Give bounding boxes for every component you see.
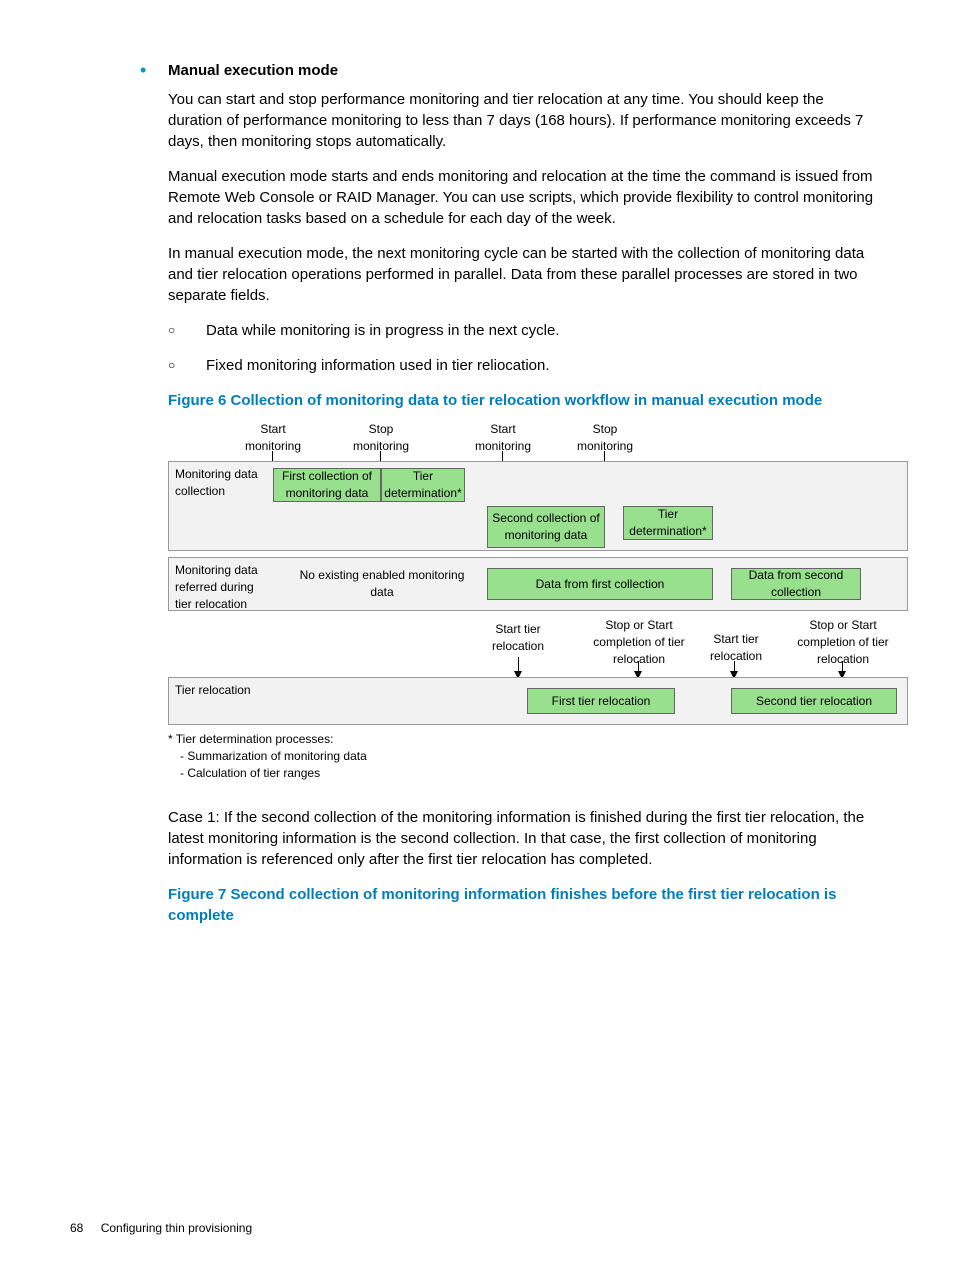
section-title: Configuring thin provisioning [101, 1221, 252, 1235]
footnote: * Tier determination processes: - Summar… [168, 731, 884, 781]
diagram-top-labels: Start monitoring Stop monitoring Start m… [168, 421, 908, 461]
box-first-tier-relocation: First tier relocation [527, 688, 675, 714]
list-item: ○ Data while monitoring is in progress i… [168, 320, 884, 341]
bullet-item: • Manual execution mode [140, 60, 884, 81]
band-monitoring-collection: Monitoring data collection First collect… [168, 461, 908, 551]
footnote-line: - Summarization of monitoring data [168, 748, 884, 765]
sub-list: ○ Data while monitoring is in progress i… [168, 320, 884, 376]
footnote-title: * Tier determination processes: [168, 731, 884, 748]
label-stop-start-relocation-2: Stop or Start completion of tier relocat… [788, 617, 898, 667]
workflow-diagram: Start monitoring Stop monitoring Start m… [168, 421, 908, 725]
figure-caption: Figure 6 Collection of monitoring data t… [168, 390, 874, 411]
page-number: 68 [70, 1220, 83, 1237]
band-label: Monitoring data referred during tier rel… [175, 562, 273, 612]
band-monitoring-referred: Monitoring data referred during tier rel… [168, 557, 908, 611]
box-no-existing-data: No existing enabled monitoring data [299, 568, 465, 600]
list-item-text: Fixed monitoring information used in tie… [206, 355, 550, 376]
paragraph: Manual execution mode starts and ends mo… [168, 166, 874, 229]
bullet-heading: Manual execution mode [168, 60, 338, 81]
paragraph: In manual execution mode, the next monit… [168, 243, 874, 306]
band-tier-relocation: Tier relocation First tier relocation Se… [168, 677, 908, 725]
box-second-tier-relocation: Second tier relocation [731, 688, 897, 714]
label-start-tier-relocation-1: Start tier relocation [478, 621, 558, 655]
paragraph: You can start and stop performance monit… [168, 89, 874, 152]
bullet-icon: • [140, 60, 168, 81]
label-start-monitoring-1: Start monitoring [238, 421, 308, 455]
box-data-second-collection: Data from second collection [731, 568, 861, 600]
band-label: Monitoring data collection [175, 466, 273, 500]
circle-bullet-icon: ○ [168, 320, 206, 341]
box-tier-determination-1: Tier determination* [381, 468, 465, 502]
box-data-first-collection: Data from first collection [487, 568, 713, 600]
circle-bullet-icon: ○ [168, 355, 206, 376]
paragraph: Case 1: If the second collection of the … [168, 807, 874, 870]
footnote-line: - Calculation of tier ranges [168, 765, 884, 782]
figure-caption: Figure 7 Second collection of monitoring… [168, 884, 874, 926]
band-label: Tier relocation [175, 682, 251, 699]
label-stop-monitoring-2: Stop monitoring [570, 421, 640, 455]
label-stop-start-relocation-1: Stop or Start completion of tier relocat… [584, 617, 694, 667]
box-tier-determination-2: Tier determination* [623, 506, 713, 540]
label-start-monitoring-2: Start monitoring [468, 421, 538, 455]
label-stop-monitoring-1: Stop monitoring [346, 421, 416, 455]
box-second-collection: Second collection of monitoring data [487, 506, 605, 548]
page-footer: 68 Configuring thin provisioning [70, 1220, 252, 1237]
document-page: • Manual execution mode You can start an… [0, 0, 954, 1271]
list-item-text: Data while monitoring is in progress in … [206, 320, 560, 341]
box-first-collection: First collection of monitoring data [273, 468, 381, 502]
diagram-mid-labels: Start tier relocation Stop or Start comp… [168, 617, 908, 677]
list-item: ○ Fixed monitoring information used in t… [168, 355, 884, 376]
label-start-tier-relocation-2: Start tier relocation [696, 631, 776, 665]
